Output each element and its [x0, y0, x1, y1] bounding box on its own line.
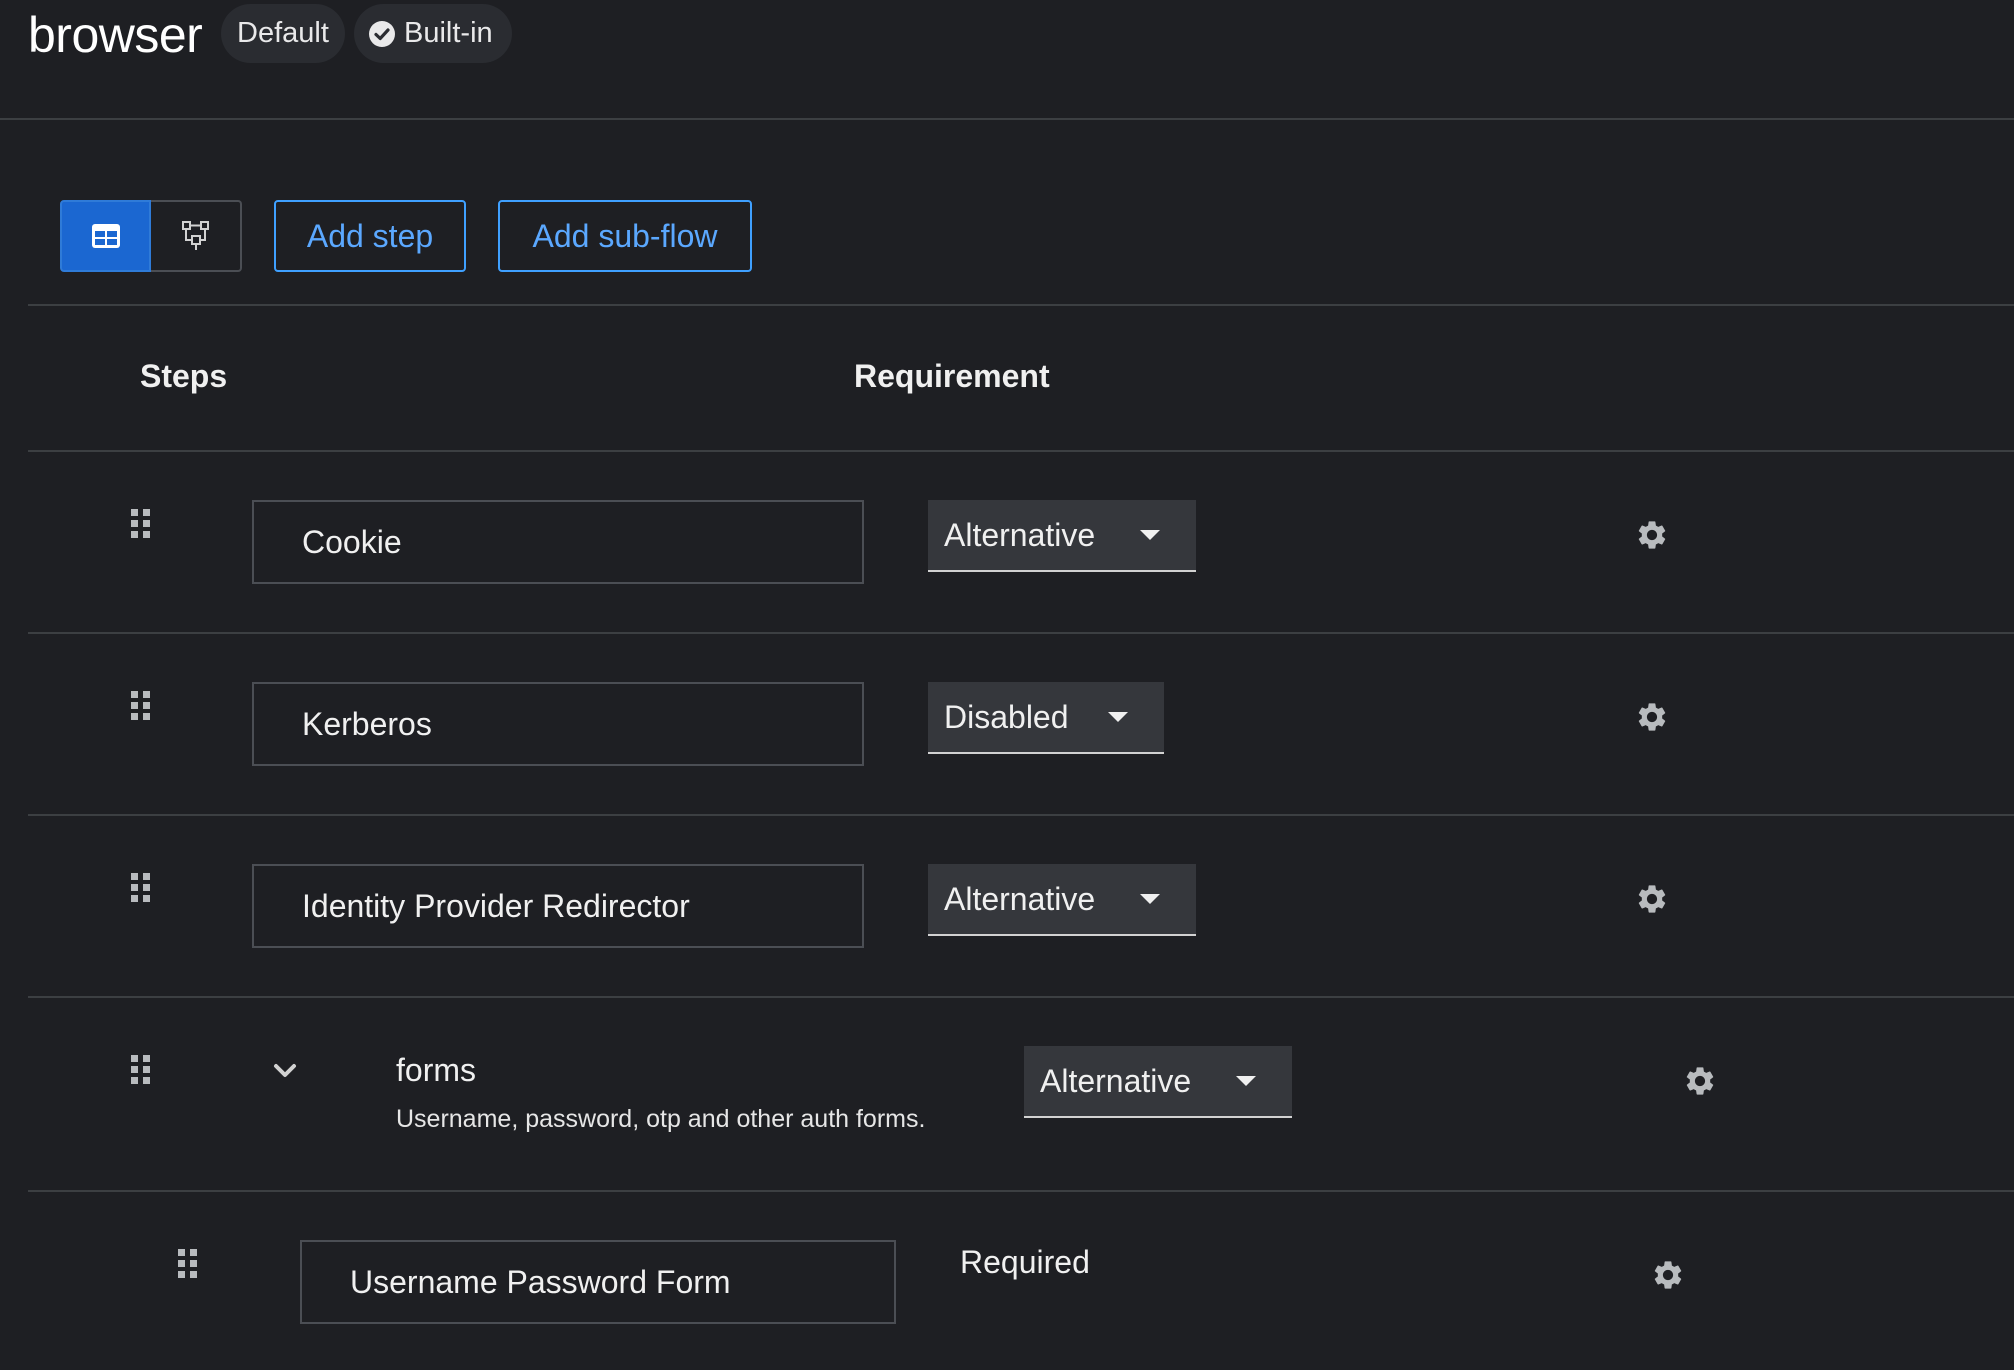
requirement-value: Alternative: [1040, 1062, 1192, 1099]
caret-down-icon: [1236, 1076, 1256, 1086]
caret-down-icon: [1108, 712, 1128, 722]
builtin-label-text: Built-in: [404, 17, 493, 49]
requirement-select-identity-provider-redirector[interactable]: Alternative: [928, 864, 1196, 936]
table-icon: [91, 223, 121, 249]
requirement-select-cookie[interactable]: Alternative: [928, 500, 1196, 572]
default-label-text: Default: [237, 17, 329, 49]
step-name-text: Cookie: [302, 523, 402, 560]
requirement-value: Disabled: [944, 698, 1069, 735]
step-name-identity-provider-redirector[interactable]: Identity Provider Redirector: [252, 864, 864, 948]
gear-icon[interactable]: [1651, 1258, 1685, 1292]
drag-handle-icon[interactable]: [130, 872, 152, 904]
chevron-down-icon[interactable]: [272, 1062, 298, 1080]
requirement-value: Alternative: [944, 516, 1096, 553]
drag-handle-icon[interactable]: [130, 1054, 152, 1086]
requirement-column-header: Requirement: [854, 358, 1050, 394]
toolbar-divider: [28, 304, 2014, 306]
requirement-select-forms[interactable]: Alternative: [1024, 1046, 1292, 1118]
step-name-text: Username Password Form: [350, 1263, 731, 1300]
step-name-cookie[interactable]: Cookie: [252, 500, 864, 584]
step-name-kerberos[interactable]: Kerberos: [252, 682, 864, 766]
row-divider: [28, 632, 2014, 634]
subflow-title: forms: [396, 1052, 476, 1088]
row-divider: [28, 996, 2014, 998]
diagram-view-button[interactable]: [151, 200, 242, 272]
header-row-divider: [28, 450, 2014, 452]
default-label: Default: [221, 4, 345, 63]
step-name-text: Kerberos: [302, 705, 432, 742]
caret-down-icon: [1140, 530, 1160, 540]
row-divider: [28, 814, 2014, 816]
gear-icon[interactable]: [1635, 882, 1669, 916]
requirement-static: Required: [960, 1244, 1090, 1280]
view-toggle-group: [60, 200, 242, 272]
gear-icon[interactable]: [1635, 518, 1669, 552]
drag-handle-icon[interactable]: [130, 508, 152, 540]
step-name-username-password-form[interactable]: Username Password Form: [300, 1240, 896, 1324]
add-subflow-button[interactable]: Add sub-flow: [498, 200, 752, 272]
requirement-select-kerberos[interactable]: Disabled: [928, 682, 1164, 754]
drag-handle-icon[interactable]: [177, 1248, 199, 1280]
requirement-value: Alternative: [944, 880, 1096, 917]
gear-icon[interactable]: [1683, 1064, 1717, 1098]
subflow-description: Username, password, otp and other auth f…: [396, 1105, 926, 1133]
page-title: browser: [28, 7, 203, 63]
add-step-button[interactable]: Add step: [274, 200, 466, 272]
caret-down-icon: [1140, 894, 1160, 904]
header-divider: [0, 118, 2014, 120]
row-divider: [28, 1190, 2014, 1192]
builtin-label: Built-in: [354, 4, 512, 63]
table-view-button[interactable]: [60, 200, 151, 272]
step-name-text: Identity Provider Redirector: [302, 887, 690, 924]
flow-diagram-icon: [181, 220, 211, 252]
steps-column-header: Steps: [140, 358, 228, 394]
drag-handle-icon[interactable]: [130, 690, 152, 722]
check-circle-icon: [368, 20, 396, 48]
gear-icon[interactable]: [1635, 700, 1669, 734]
